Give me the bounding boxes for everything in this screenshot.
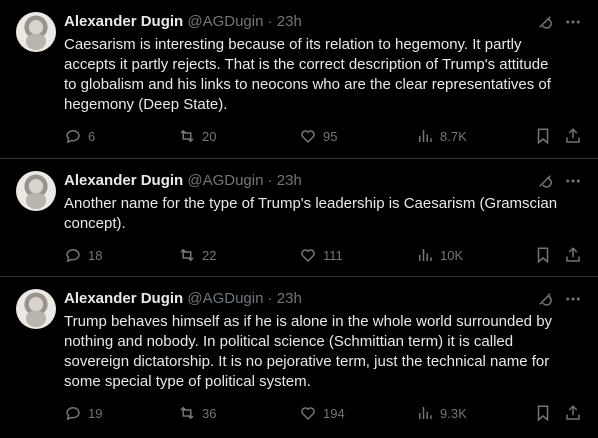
bookmark-icon	[537, 247, 549, 264]
share-button[interactable]	[564, 404, 582, 422]
author-name[interactable]: Alexander Dugin	[64, 172, 183, 189]
views-count: 10K	[440, 247, 464, 263]
more-icon[interactable]	[564, 172, 582, 190]
like-icon	[301, 130, 315, 144]
reply-icon	[66, 249, 80, 263]
repost-icon	[180, 129, 194, 143]
grok-slash-icon[interactable]	[536, 290, 554, 308]
avatar[interactable]	[16, 12, 56, 52]
separator: ·	[267, 13, 273, 30]
tweet-header: Alexander Dugin @AGDugin · 23h	[64, 12, 302, 32]
reply-count: 18	[88, 247, 103, 263]
tweet-header: Alexander Dugin @AGDugin · 23h	[64, 171, 302, 191]
tweet-top-actions	[536, 171, 582, 191]
repost-count: 22	[202, 247, 217, 263]
author-name[interactable]: Alexander Dugin	[64, 13, 183, 30]
reply-icon	[66, 407, 80, 421]
author-handle[interactable]: @AGDugin	[187, 13, 263, 30]
tweet[interactable]: Alexander Dugin @AGDugin · 23h Another n…	[0, 159, 598, 277]
tweet-actions: 19 36 194 9.3K	[64, 404, 582, 424]
timestamp[interactable]: 23h	[277, 13, 302, 30]
grok-slash-icon[interactable]	[536, 172, 554, 190]
author-handle[interactable]: @AGDugin	[187, 290, 263, 307]
reply-count: 19	[88, 405, 103, 421]
views-count: 8.7K	[440, 128, 467, 144]
views-count: 9.3K	[440, 405, 467, 421]
bookmark-button[interactable]	[534, 246, 552, 264]
avatar[interactable]	[16, 171, 56, 211]
share-icon	[566, 405, 580, 420]
views-button[interactable]: 9.3K	[416, 404, 467, 422]
tweet-actions: 18 22 111 10K	[64, 246, 582, 266]
separator: ·	[267, 172, 273, 189]
separator: ·	[267, 290, 273, 307]
share-button[interactable]	[564, 127, 582, 145]
avatar[interactable]	[16, 289, 56, 329]
tweet-actions: 6 20 95 8.7K	[64, 127, 582, 147]
views-icon	[419, 249, 432, 261]
repost-icon	[180, 248, 194, 262]
tweet[interactable]: Alexander Dugin @AGDugin · 23h Trump beh…	[0, 277, 598, 438]
tweet-top-actions	[536, 289, 582, 309]
like-count: 95	[323, 128, 338, 144]
reply-count: 6	[88, 128, 96, 144]
timestamp[interactable]: 23h	[277, 172, 302, 189]
like-count: 194	[323, 405, 345, 421]
author-name[interactable]: Alexander Dugin	[64, 290, 183, 307]
share-icon	[566, 247, 580, 262]
views-icon	[419, 130, 432, 142]
reply-icon	[66, 130, 80, 144]
repost-button[interactable]: 36	[178, 404, 216, 422]
author-handle[interactable]: @AGDugin	[187, 172, 263, 189]
like-button[interactable]: 95	[299, 127, 337, 145]
repost-button[interactable]: 22	[178, 246, 216, 264]
tweet-header: Alexander Dugin @AGDugin · 23h	[64, 289, 302, 309]
tweet-feed: Alexander Dugin @AGDugin · 23h Caesarism…	[0, 0, 598, 438]
views-button[interactable]: 8.7K	[416, 127, 467, 145]
bookmark-icon	[537, 128, 549, 145]
like-icon	[301, 249, 315, 263]
repost-button[interactable]: 20	[178, 127, 216, 145]
share-icon	[566, 128, 580, 143]
timestamp[interactable]: 23h	[277, 290, 302, 307]
views-button[interactable]: 10K	[416, 246, 463, 264]
more-icon[interactable]	[564, 13, 582, 31]
share-button[interactable]	[564, 246, 582, 264]
bookmark-icon	[537, 405, 549, 422]
reply-button[interactable]: 6	[64, 127, 95, 145]
reply-button[interactable]: 18	[64, 246, 102, 264]
reply-button[interactable]: 19	[64, 404, 102, 422]
tweet-text: Caesarism is interesting because of its …	[64, 36, 551, 113]
more-icon[interactable]	[564, 290, 582, 308]
repost-count: 20	[202, 128, 217, 144]
like-button[interactable]: 111	[299, 246, 343, 264]
bookmark-button[interactable]	[534, 127, 552, 145]
tweet-text: Another name for the type of Trump's lea…	[64, 195, 558, 232]
repost-count: 36	[202, 405, 217, 421]
like-count: 111	[323, 247, 343, 263]
bookmark-button[interactable]	[534, 404, 552, 422]
tweet-text: Trump behaves himself as if he is alone …	[64, 313, 553, 390]
repost-icon	[180, 406, 194, 420]
like-icon	[301, 407, 315, 421]
views-icon	[419, 407, 432, 419]
grok-slash-icon[interactable]	[536, 13, 554, 31]
like-button[interactable]: 194	[299, 404, 345, 422]
tweet-top-actions	[536, 12, 582, 32]
tweet[interactable]: Alexander Dugin @AGDugin · 23h Caesarism…	[0, 0, 598, 159]
